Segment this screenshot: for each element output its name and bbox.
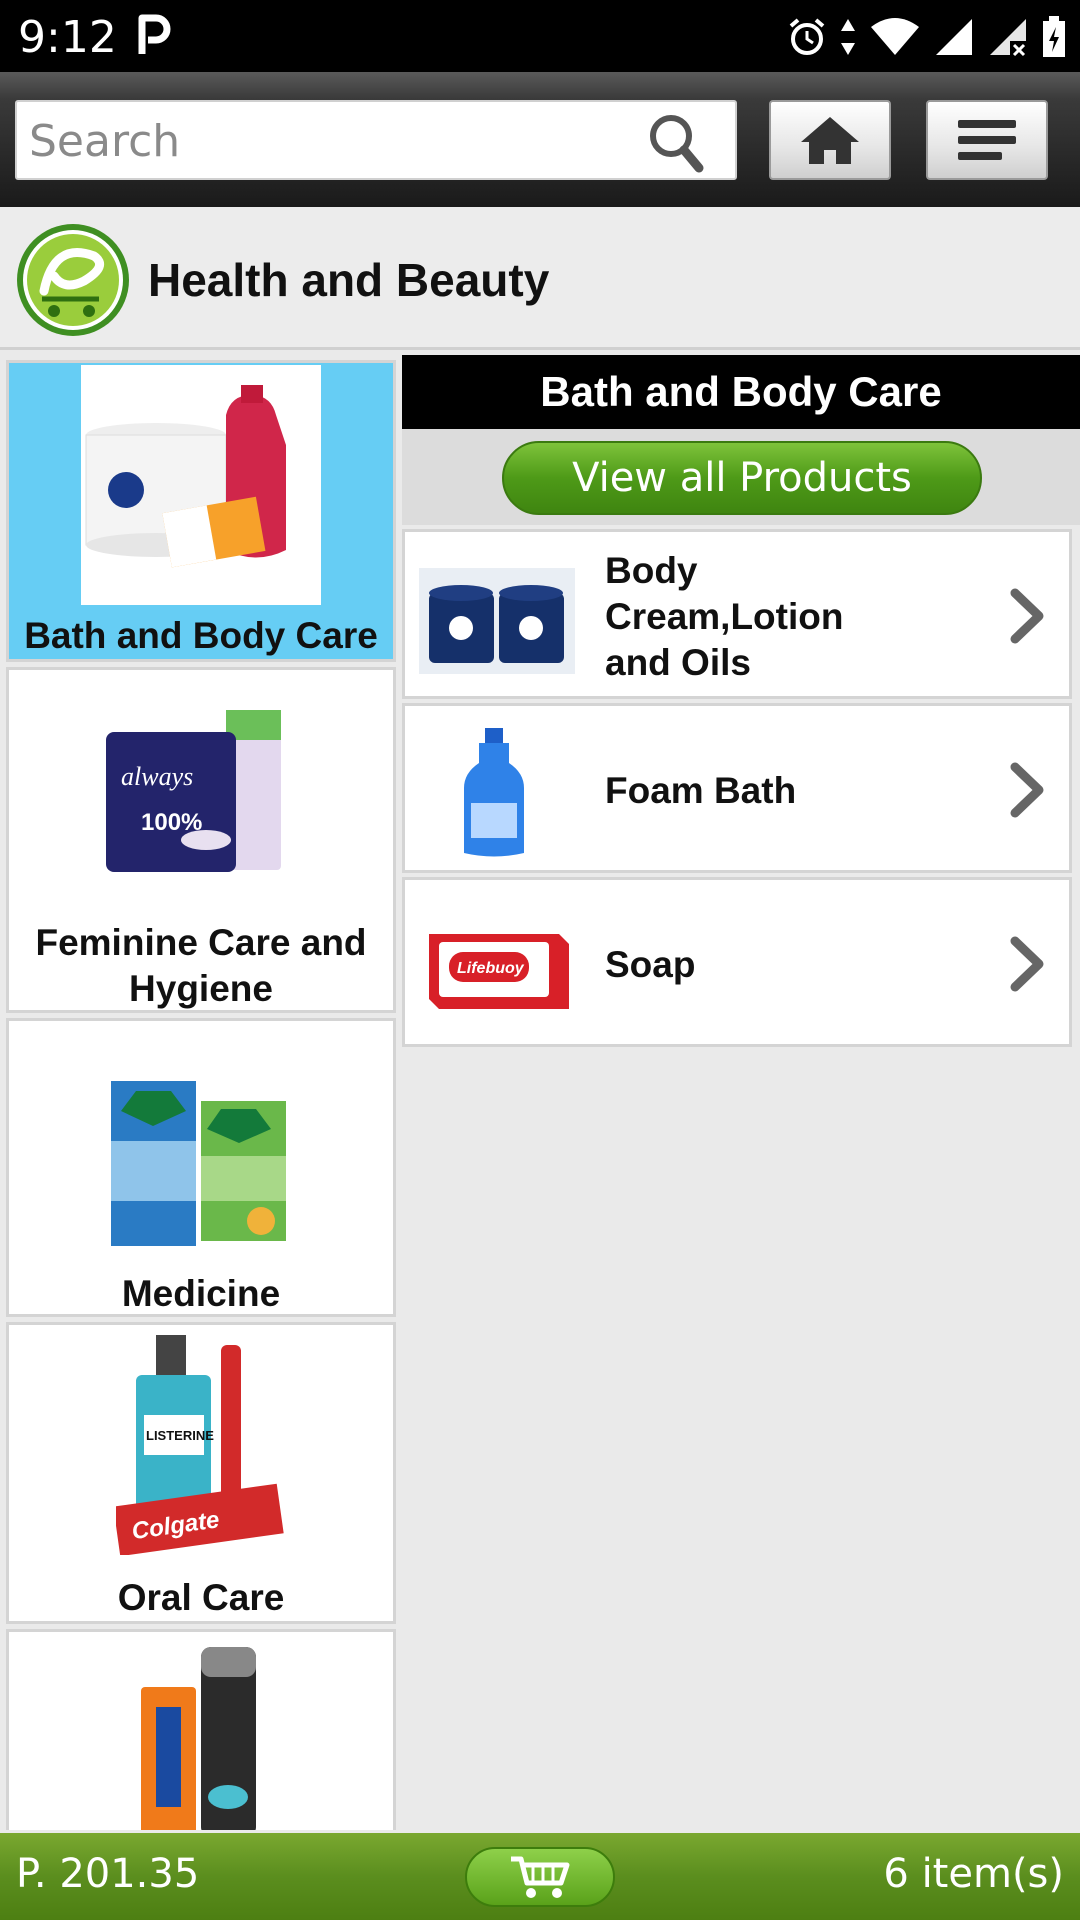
chevron-right-icon xyxy=(1010,588,1044,644)
category-item-shaving[interactable] xyxy=(6,1629,396,1830)
subcategory-label: Soap xyxy=(605,944,696,985)
status-bar: 9:12 xyxy=(0,0,1080,72)
view-all-bar: View all Products xyxy=(402,429,1080,525)
category-label: Medicine xyxy=(121,1273,281,1314)
bath-body-product-image xyxy=(81,365,321,605)
data-arrows-icon xyxy=(841,19,855,55)
top-toolbar xyxy=(0,72,1080,207)
category-label: Feminine Care and Hygiene xyxy=(35,922,367,1009)
alarm-icon xyxy=(789,18,825,55)
category-header: Health and Beauty xyxy=(0,207,1080,350)
subcategory-label: Foam Bath xyxy=(605,770,797,811)
page-title: Health and Beauty xyxy=(148,254,550,306)
category-item-feminine-care[interactable]: always 100% Feminine Care and Hygiene xyxy=(6,667,396,1013)
chevron-right-icon xyxy=(1010,936,1044,992)
subcategory-title: Bath and Body Care xyxy=(402,355,1080,429)
home-button[interactable] xyxy=(769,100,891,180)
subcategory-label: Body Cream,Lotion and Oils xyxy=(605,550,844,683)
category-list: Bath and Body Care always 100% Feminine … xyxy=(6,360,396,1830)
medicine-product-image xyxy=(111,1071,291,1251)
wifi-icon xyxy=(871,18,919,55)
oral-care-product-image: LISTERINE Colgate xyxy=(113,1335,286,1557)
cart-item-count: 6 item(s) xyxy=(883,1851,1064,1897)
subcategory-item-soap[interactable]: Lifebuoy Soap xyxy=(402,877,1072,1047)
hamburger-menu-icon xyxy=(958,120,1016,160)
body-cream-image xyxy=(419,568,575,674)
view-all-products-button[interactable]: View all Products xyxy=(502,441,982,515)
cart-footer: P. 201.35 6 item(s) xyxy=(0,1833,1080,1920)
svg-text:Lifebuoy: Lifebuoy xyxy=(457,960,525,977)
signal-icon xyxy=(936,19,972,55)
category-item-oral-care[interactable]: LISTERINE Colgate Oral Care xyxy=(6,1322,396,1624)
subcategory-item-foam-bath[interactable]: Foam Bath xyxy=(402,703,1072,873)
subcategory-panel: Bath and Body Care View all Products Bod… xyxy=(402,355,1080,1047)
cart-total: P. 201.35 xyxy=(16,1851,200,1897)
menu-button[interactable] xyxy=(926,100,1048,180)
parking-app-icon xyxy=(138,14,171,54)
category-item-bath-and-body-care[interactable]: Bath and Body Care xyxy=(6,360,396,662)
subcategory-list: Body Cream,Lotion and Oils Foam Bath Lif… xyxy=(402,529,1080,1047)
home-icon xyxy=(801,117,859,164)
category-label: Bath and Body Care xyxy=(24,615,378,656)
shopping-cart-icon xyxy=(511,1856,570,1898)
battery-icon xyxy=(1043,16,1065,57)
store-logo xyxy=(17,224,129,336)
chevron-right-icon xyxy=(1010,762,1044,818)
category-item-medicine[interactable]: Medicine xyxy=(6,1018,396,1317)
soap-image: Lifebuoy xyxy=(419,924,575,1014)
status-icons xyxy=(788,14,1066,60)
search-input[interactable] xyxy=(29,112,629,170)
status-time: 9:12 xyxy=(18,12,117,63)
signal-x-icon xyxy=(990,19,1026,57)
shaving-product-image xyxy=(136,1647,266,1830)
subcategory-item-body-cream[interactable]: Body Cream,Lotion and Oils xyxy=(402,529,1072,699)
svg-text:always: always xyxy=(121,762,193,791)
search-icon[interactable] xyxy=(647,112,705,174)
svg-text:LISTERINE: LISTERINE xyxy=(146,1428,214,1443)
category-label: Oral Care xyxy=(117,1577,285,1618)
feminine-care-product-image: always 100% xyxy=(106,710,296,880)
cart-button[interactable] xyxy=(465,1847,615,1907)
search-box[interactable] xyxy=(15,100,737,180)
foam-bath-image xyxy=(419,728,575,858)
